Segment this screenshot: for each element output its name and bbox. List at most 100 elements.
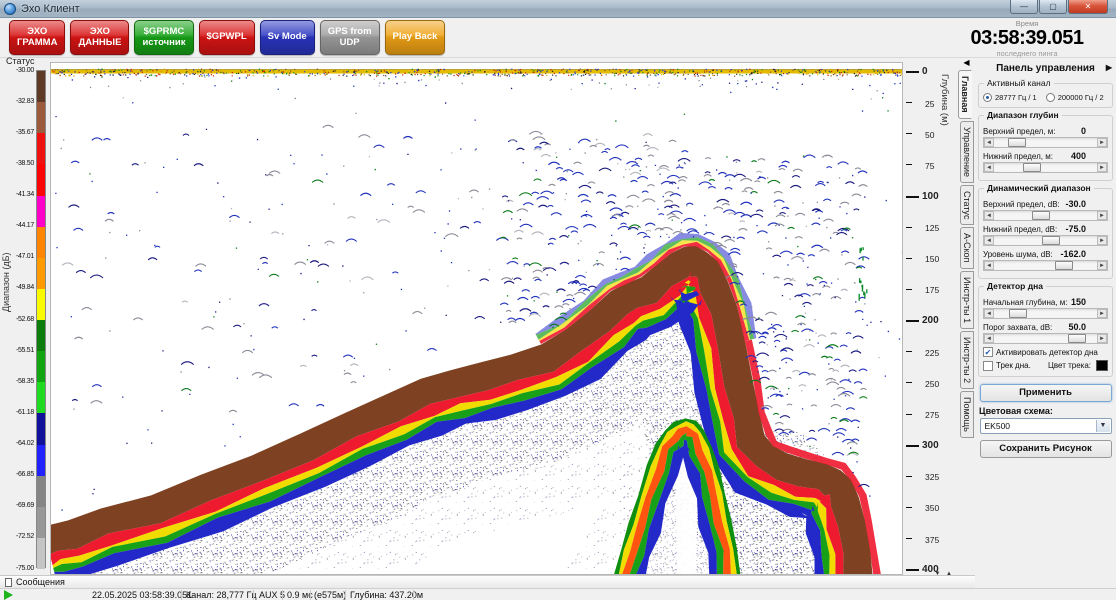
upper-depth-label: Верхний предел, м: [983,127,1055,136]
db-scale-label: -38.50 [10,160,34,167]
status-separator [282,590,283,600]
gpwpl-button[interactable]: $GPWPL [199,20,255,55]
lower-depth-slider[interactable]: ◄► [983,162,1108,173]
channel-2-label: 200000 Гц / 2 [1058,93,1104,102]
depth-tick [906,569,919,571]
db-color-bar [36,70,46,568]
color-scheme-label: Цветовая схема: [979,406,1112,416]
db-scale-segment [37,227,45,258]
noise-level-slider[interactable]: ◄► [983,260,1108,271]
status-item-3: 0.9 мс [287,590,313,600]
db-scale-label: -35.67 [10,129,34,136]
side-tab-strip: ◀ Главная Управление Статус А-Скоп Инстр-ты … [958,58,975,575]
slider-thumb[interactable] [1008,138,1026,147]
noise-level-label: Уровень шума, dB: [983,250,1053,259]
lower-db-slider[interactable]: ◄► [983,235,1108,246]
depth-range-group: Диапазон глубин Верхний предел, м: 0 ◄► … [978,115,1113,181]
db-color-scale: Диапазон (дБ) -30.00-32.83-35.67-38.50-4… [0,58,50,575]
close-button[interactable]: ✕ [1068,0,1108,14]
slider-thumb[interactable] [1009,309,1027,318]
depth-tick [906,289,912,290]
depth-tick [906,164,912,165]
gps-from-udp-button[interactable]: GPS fromUDP [320,20,380,55]
slider-thumb[interactable] [1042,236,1060,245]
db-scale-segment [37,445,45,476]
depth-tick [906,71,919,73]
db-scale-segment [37,71,45,102]
status-separator [413,590,414,600]
upper-db-value: -30.0 [1065,199,1086,209]
slider-thumb[interactable] [1032,211,1050,220]
db-scale-segment [37,289,45,320]
slider-thumb[interactable] [1055,261,1073,270]
db-scale-segment [37,538,45,569]
time-subcaption: последнего пинга [942,49,1112,58]
tab-инстр-ты-2[interactable]: Инстр-ты 2 [960,331,974,389]
db-scale-label: -44.17 [10,222,34,229]
tab-управление[interactable]: Управление [960,121,974,183]
panel-expand-arrow-icon[interactable]: ▶ [1106,63,1112,72]
messages-bar[interactable]: Сообщения [0,575,975,588]
status-separator [181,590,182,600]
upper-depth-value: 0 [1081,126,1086,136]
depth-tick [906,476,912,477]
noise-level-value: -162.0 [1060,249,1086,259]
depth-tick [906,227,912,228]
slider-thumb[interactable] [1068,334,1086,343]
status-separator [253,590,254,600]
tab-статус[interactable]: Статус [960,185,974,225]
depth-tick [906,351,912,352]
active-channel-title: Активный канал [984,78,1054,88]
activate-detector-checkbox[interactable]: ✔ [983,347,993,357]
time-value: 03:58:39.051 [942,28,1112,49]
slider-thumb[interactable] [1023,163,1041,172]
lower-db-label: Нижний предел, dB: [983,225,1057,234]
lower-db-value: -75.0 [1065,224,1086,234]
lower-depth-label: Нижний предел, м: [983,152,1053,161]
channel-2-radio[interactable] [1046,93,1055,102]
db-scale-label: -72.52 [10,533,34,540]
play-back-button[interactable]: Play Back [385,20,446,55]
color-scheme-combobox[interactable]: EK500 ▼ [980,418,1112,434]
collapse-panel-arrow-icon[interactable]: ◀ [958,58,975,68]
bottom-track-label: Трек дна. [996,361,1031,370]
channel-1-radio[interactable] [983,93,992,102]
db-scale-segment [37,196,45,227]
db-scale-label: -61.18 [10,409,34,416]
tab-а-скоп[interactable]: А-Скоп [960,227,974,268]
maximize-button[interactable]: ▢ [1039,0,1067,14]
upper-db-slider[interactable]: ◄► [983,210,1108,221]
status-bar: 22.05.2025 03:58:39.051Канал: 28,777 ГцA… [0,588,1116,600]
depth-tick [906,507,912,508]
apply-button[interactable]: Применить [980,384,1112,402]
start-depth-value: 150 [1071,297,1086,307]
start-depth-slider[interactable]: ◄► [983,308,1108,319]
db-scale-label: -58.35 [10,378,34,385]
db-scale-segment [37,133,45,164]
minimize-button[interactable]: — [1010,0,1038,14]
echo-data-button[interactable]: ЭХОДАННЫЕ [70,20,129,55]
db-scale-segment [37,351,45,382]
title-bar: Эхо Клиент — ▢ ✕ [0,0,1116,18]
lower-depth-value: 400 [1071,151,1086,161]
control-panel: Панель управления ▶ Активный канал 28777… [975,58,1116,588]
tab-помощь[interactable]: Помощь [960,391,974,438]
save-picture-button[interactable]: Сохранить Рисунок [980,440,1112,458]
tab-главная[interactable]: Главная [958,70,972,119]
bottom-track-checkbox[interactable] [983,361,993,371]
echogram-button[interactable]: ЭХОГРАММА [9,20,65,55]
capture-threshold-label: Порог захвата, dB: [983,323,1052,332]
capture-threshold-slider[interactable]: ◄► [983,333,1108,344]
depth-tick-label: 0 [922,66,928,77]
echogram-display[interactable] [50,62,903,575]
main-area: Статус Диапазон (дБ) -30.00-32.83-35.67-… [0,58,1116,575]
window-title: Эхо Клиент [21,3,80,15]
sv-mode-button[interactable]: Sv Mode [260,20,315,55]
depth-tick [906,538,912,539]
upper-depth-slider[interactable]: ◄► [983,137,1108,148]
tab-инстр-ты-1[interactable]: Инстр-ты 1 [960,271,974,329]
track-color-swatch[interactable] [1096,360,1108,371]
combo-dropdown-arrow-icon[interactable]: ▼ [1096,420,1110,432]
gprmc-source-button[interactable]: $GPRMCисточник [134,20,193,55]
db-scale-label: -64.02 [10,440,34,447]
